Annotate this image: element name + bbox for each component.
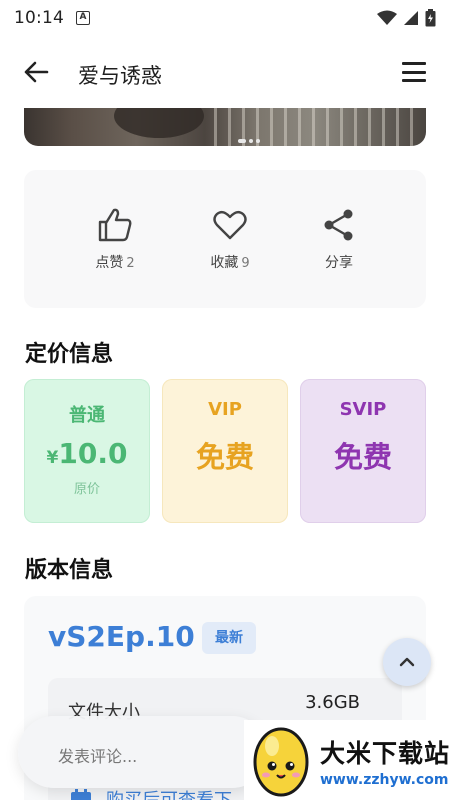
battery-icon xyxy=(425,9,436,27)
carousel-dot xyxy=(249,139,253,143)
buy-to-view-text: 购买后可查看下 xyxy=(106,786,232,800)
signal-icon xyxy=(404,11,418,25)
menu-icon-line xyxy=(402,62,426,65)
status-time: 10:14 xyxy=(14,8,64,28)
watermark-title: 大米下载站 xyxy=(320,739,450,768)
thumbs-up-icon xyxy=(98,208,132,242)
latest-badge: 最新 xyxy=(202,622,256,654)
menu-button[interactable] xyxy=(402,60,428,84)
watermark-url: www.zzhyw.com xyxy=(320,772,449,788)
cover-image[interactable] xyxy=(24,108,426,146)
comment-input[interactable]: 发表评论... xyxy=(18,716,268,788)
like-label: 点赞 xyxy=(95,255,124,271)
scroll-to-top-button[interactable] xyxy=(383,638,431,686)
price-amount: ¥10.0 xyxy=(24,437,150,470)
price-tier-vip: VIP xyxy=(208,399,242,420)
status-bar: 10:14 A xyxy=(0,0,450,36)
buy-to-view-link[interactable]: 购买后可查看下 xyxy=(70,786,232,800)
currency-symbol: ¥ xyxy=(46,448,59,468)
share-icon xyxy=(324,209,353,241)
carousel-indicator xyxy=(238,139,260,143)
favorite-label: 收藏 xyxy=(210,255,239,271)
price-card-svip[interactable]: SVIP 免费 xyxy=(300,379,426,523)
price-tier-normal: 普通 xyxy=(69,405,105,426)
comment-placeholder: 发表评论... xyxy=(58,747,138,766)
menu-icon-line xyxy=(402,70,426,74)
like-count: 2 xyxy=(126,256,135,271)
price-value: 10.0 xyxy=(58,437,128,470)
price-card-vip[interactable]: VIP 免费 xyxy=(162,379,288,523)
like-button[interactable]: 点赞 2 xyxy=(70,208,160,272)
status-icons xyxy=(377,9,436,27)
site-watermark: 大米下载站 www.zzhyw.com xyxy=(244,720,450,800)
price-svip-value: 免费 xyxy=(333,440,392,474)
notification-icon: A xyxy=(76,11,90,25)
price-card-normal[interactable]: 普通 ¥10.0 原价 xyxy=(24,379,150,523)
rice-mascot-logo xyxy=(253,727,309,797)
actions-card: 点赞 2 收藏 9 分享 xyxy=(24,170,426,308)
calendar-icon xyxy=(71,789,91,800)
pricing-section-title: 定价信息 xyxy=(25,342,114,367)
favorite-button[interactable]: 收藏 9 xyxy=(185,208,275,272)
arrow-left-icon xyxy=(24,61,49,83)
carousel-dot xyxy=(256,139,260,143)
back-button[interactable] xyxy=(20,58,52,86)
file-size-value: 3.6GB xyxy=(305,692,360,713)
version-section-title: 版本信息 xyxy=(25,558,114,583)
price-vip-value: 免费 xyxy=(195,440,254,474)
price-note: 原价 xyxy=(73,482,100,497)
share-label: 分享 xyxy=(325,255,353,271)
heart-icon xyxy=(213,210,247,240)
wifi-icon xyxy=(377,10,397,25)
share-button[interactable]: 分享 xyxy=(294,208,384,272)
price-tier-svip: SVIP xyxy=(339,399,387,420)
page-title: 爱与诱惑 xyxy=(78,64,162,88)
app-bar: 爱与诱惑 xyxy=(0,40,450,104)
chevron-up-icon xyxy=(399,657,415,667)
version-name: vS2Ep.10 xyxy=(48,620,195,653)
menu-icon-line xyxy=(402,79,426,82)
cover-image-shape xyxy=(114,108,204,138)
favorite-count: 9 xyxy=(241,256,250,271)
carousel-dot xyxy=(238,139,246,143)
